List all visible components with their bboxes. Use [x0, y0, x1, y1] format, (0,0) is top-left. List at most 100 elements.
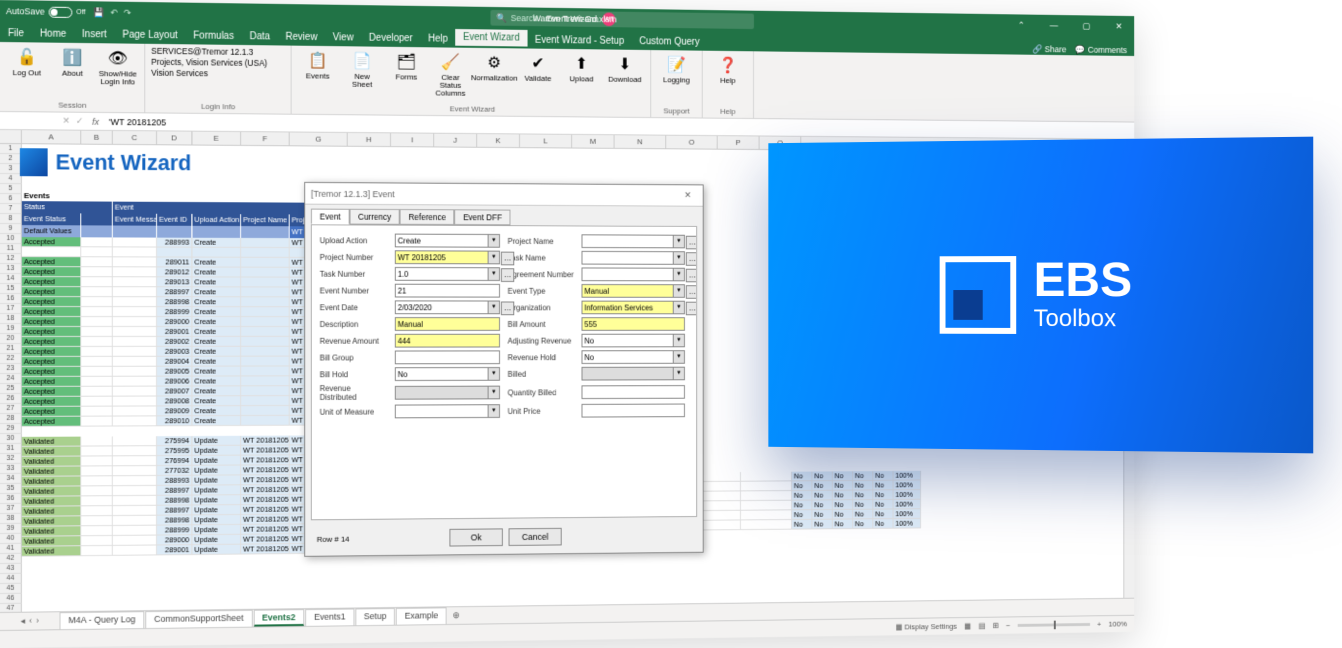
row-header[interactable]: 2	[0, 154, 22, 164]
ellipsis-icon[interactable]: …	[501, 268, 514, 282]
new-sheet-icon[interactable]: ⊕	[453, 610, 460, 621]
event-type-input[interactable]: Manual▾…	[582, 284, 685, 298]
row-header[interactable]: 17	[0, 304, 22, 314]
dropdown-icon[interactable]: ▾	[673, 351, 684, 363]
unit-price-input[interactable]	[582, 404, 685, 418]
row-header[interactable]: 26	[0, 394, 22, 404]
row-header[interactable]: 13	[0, 264, 22, 274]
dropdown-icon[interactable]: ▾	[488, 235, 499, 247]
row-header[interactable]: 44	[0, 574, 22, 584]
ribbon-collapse-icon[interactable]: ⌃	[1006, 14, 1037, 35]
row-header[interactable]: 39	[0, 524, 22, 534]
row-header[interactable]: 33	[0, 464, 22, 474]
ellipsis-icon[interactable]: …	[686, 269, 697, 283]
row-header[interactable]: 16	[0, 294, 22, 304]
dropdown-icon[interactable]: ▾	[488, 405, 499, 417]
tab-insert[interactable]: Insert	[74, 26, 114, 43]
col-header[interactable]: O	[666, 136, 717, 149]
comments-button[interactable]: 💬 Comments	[1075, 45, 1127, 56]
row-header[interactable]: 22	[0, 354, 22, 364]
row-header[interactable]: 8	[0, 214, 22, 224]
normalization-button[interactable]: ⚙Normalization	[474, 50, 514, 100]
sheet-tab-commonsupportsheet[interactable]: CommonSupportSheet	[145, 610, 252, 628]
dialog-tab-event[interactable]: Event	[311, 209, 349, 225]
accept-formula-icon[interactable]: ✓	[73, 116, 86, 127]
revenue-amount-input[interactable]: 444	[395, 334, 500, 348]
dialog-tab-currency[interactable]: Currency	[349, 209, 399, 225]
save-icon[interactable]: 💾	[93, 7, 104, 18]
col-header[interactable]: N	[615, 135, 667, 148]
tab-event-wizard[interactable]: Event Wizard	[455, 29, 527, 49]
event-date-input[interactable]: 2/03/2020▾…	[395, 300, 500, 314]
share-button[interactable]: 🔗 Share	[1032, 44, 1066, 55]
row-header[interactable]: 23	[0, 364, 22, 374]
row-header[interactable]: 38	[0, 514, 22, 524]
billed-input[interactable]: ▾	[582, 367, 685, 381]
tab-file[interactable]: File	[0, 25, 32, 42]
tab-review[interactable]: Review	[278, 29, 325, 46]
row-header[interactable]: 43	[0, 564, 22, 574]
tab-developer[interactable]: Developer	[361, 30, 420, 47]
row-header[interactable]: 30	[0, 434, 22, 444]
col-header[interactable]: P	[718, 136, 760, 149]
ok-button[interactable]: Ok	[449, 528, 502, 546]
view-break-icon[interactable]: ⊞	[993, 621, 999, 630]
help-button[interactable]: ❓Help	[708, 53, 747, 87]
sheet-nav-first-icon[interactable]: ◂	[21, 616, 25, 627]
dropdown-icon[interactable]: ▾	[673, 285, 684, 297]
zoom-in-icon[interactable]: +	[1097, 620, 1101, 629]
task-number-input[interactable]: 1.0▾…	[395, 267, 500, 281]
row-header[interactable]: 31	[0, 444, 22, 454]
dropdown-icon[interactable]: ▾	[488, 268, 499, 280]
ellipsis-icon[interactable]: …	[686, 236, 697, 250]
close-icon[interactable]: ✕	[1104, 16, 1135, 37]
col-header[interactable]: F	[241, 132, 290, 145]
dropdown-icon[interactable]: ▾	[488, 368, 499, 380]
row-header[interactable]: 46	[0, 594, 22, 604]
row-header[interactable]: 15	[0, 284, 22, 294]
bill-hold-input[interactable]: No▾	[395, 367, 500, 381]
ellipsis-icon[interactable]: …	[686, 302, 697, 316]
row-header[interactable]: 37	[0, 504, 22, 514]
task-name-input[interactable]: ▾…	[582, 251, 685, 265]
search-box[interactable]: 🔍 Search	[490, 10, 753, 29]
dropdown-icon[interactable]: ▾	[488, 301, 499, 313]
agreement-number-input[interactable]: ▾…	[582, 267, 685, 281]
tab-event-wizard-setup[interactable]: Event Wizard - Setup	[527, 32, 631, 50]
dialog-close-icon[interactable]: ✕	[678, 190, 697, 201]
row-header[interactable]: 27	[0, 404, 22, 414]
row-header[interactable]: 14	[0, 274, 22, 284]
tab-data[interactable]: Data	[242, 28, 278, 45]
quantity-billed-input[interactable]	[582, 385, 685, 399]
row-header[interactable]: 1	[0, 144, 22, 154]
tab-formulas[interactable]: Formulas	[185, 27, 241, 45]
row-header[interactable]: 9	[0, 224, 22, 234]
dropdown-icon[interactable]: ▾	[488, 387, 499, 399]
sheet-tab-example[interactable]: Example	[396, 607, 447, 624]
organization-input[interactable]: Information Services▾…	[582, 301, 685, 315]
row-header[interactable]: 11	[0, 244, 22, 254]
sheet-tab-setup[interactable]: Setup	[355, 608, 395, 625]
row-header[interactable]: 18	[0, 314, 22, 324]
project-name-input[interactable]: ▾…	[582, 234, 685, 248]
display-settings[interactable]: ▦ Display Settings	[896, 622, 957, 631]
formula-input[interactable]: 'WT 20181205	[105, 116, 170, 127]
row-header[interactable]: 19	[0, 324, 22, 334]
ellipsis-icon[interactable]: …	[686, 252, 697, 266]
redo-icon[interactable]: ↷	[124, 7, 131, 18]
row-header[interactable]: 41	[0, 544, 22, 554]
download-button[interactable]: ⬇Download	[605, 51, 645, 101]
dropdown-icon[interactable]: ▾	[673, 252, 684, 264]
row-header[interactable]: 3	[0, 164, 22, 174]
bill-group-input[interactable]	[395, 350, 500, 364]
row-header[interactable]: 36	[0, 494, 22, 504]
col-header[interactable]: B	[81, 131, 113, 144]
ellipsis-icon[interactable]: …	[686, 285, 697, 299]
row-header[interactable]: 29	[0, 424, 22, 434]
about-button[interactable]: ℹ️About	[52, 45, 94, 88]
zoom-slider[interactable]	[1018, 623, 1090, 627]
dropdown-icon[interactable]: ▾	[673, 302, 684, 314]
dropdown-icon[interactable]: ▾	[673, 236, 684, 248]
col-header[interactable]: L	[520, 134, 572, 147]
cancel-button[interactable]: Cancel	[509, 528, 562, 546]
